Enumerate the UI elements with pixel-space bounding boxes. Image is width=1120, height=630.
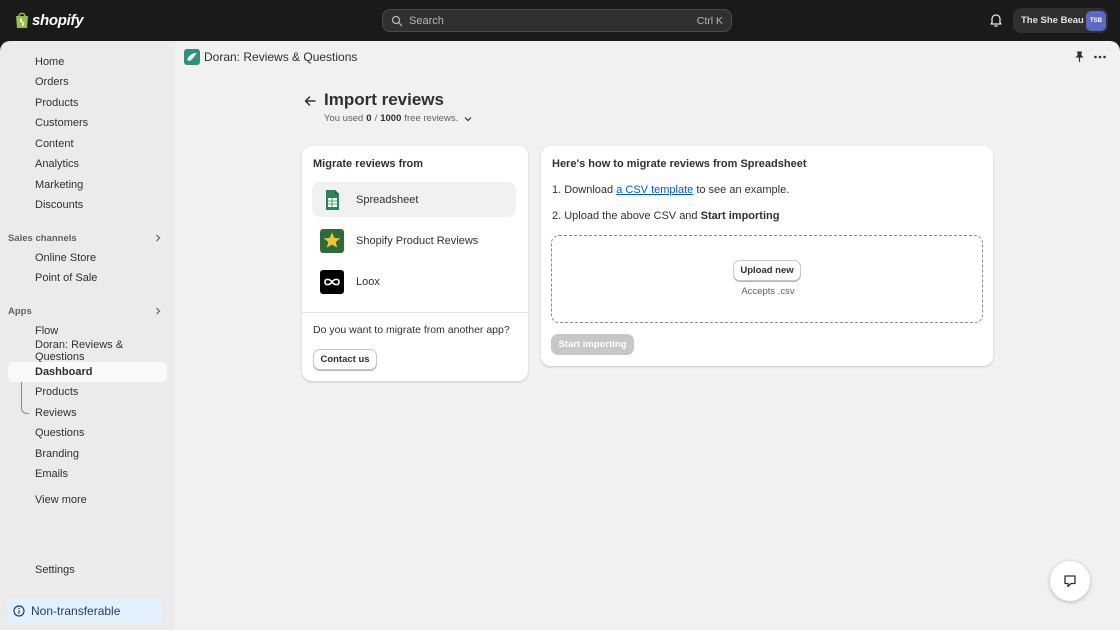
sidebar-item-online-store[interactable]: Online Store	[8, 248, 167, 268]
migrate-source-card: Migrate reviews from Spreadsheet Shopify…	[302, 146, 528, 381]
sidebar-subitem-dashboard[interactable]: Dashboard	[8, 362, 167, 382]
search-placeholder: Search	[409, 14, 444, 27]
csv-template-link[interactable]: a CSV template	[616, 184, 693, 196]
usage-suffix: free reviews.	[404, 113, 459, 124]
more-horizontal-icon[interactable]	[1093, 50, 1107, 64]
upload-new-button[interactable]: Upload new	[733, 260, 801, 281]
usage-indicator[interactable]: You used 0 / 1000 free reviews.	[324, 113, 473, 124]
source-option-shopify-reviews[interactable]: Shopify Product Reviews	[312, 223, 516, 258]
help-button[interactable]	[1050, 561, 1090, 601]
main-content: Doran: Reviews & Questions Import review…	[175, 41, 1120, 630]
sidebar-view-more[interactable]: View more	[8, 490, 167, 510]
star-icon	[320, 228, 344, 253]
divider	[302, 312, 528, 313]
step-1-suffix: to see an example.	[696, 184, 790, 196]
sidebar-item-point-of-sale[interactable]: Point of Sale	[8, 268, 167, 288]
app-title: Doran: Reviews & Questions	[204, 50, 358, 64]
instructions-title: Here's how to migrate reviews from Sprea…	[552, 158, 807, 170]
app-title-bar: Doran: Reviews & Questions	[175, 41, 1120, 73]
source-option-spreadsheet[interactable]: Spreadsheet	[312, 182, 516, 217]
contact-us-button[interactable]: Contact us	[313, 349, 377, 370]
doran-app-icon	[184, 49, 200, 65]
chat-help-icon	[1064, 575, 1076, 588]
source-option-loox[interactable]: Loox	[312, 264, 516, 299]
sidebar-item-products[interactable]: Products	[8, 93, 167, 113]
usage-prefix: You used	[324, 113, 364, 124]
info-icon	[13, 605, 25, 617]
source-label: Loox	[356, 275, 380, 288]
top-bar: shopify Search Ctrl K The She Beau TSB	[0, 0, 1120, 41]
step-1: 1. Download a CSV template to see an exa…	[552, 184, 789, 196]
sidebar-subitem-reviews[interactable]: Reviews	[8, 403, 167, 423]
sidebar-subitem-branding[interactable]: Branding	[8, 444, 167, 464]
store-menu-button[interactable]: The She Beau TSB	[1013, 8, 1108, 33]
sales-channels-header[interactable]: Sales channels	[8, 229, 167, 247]
store-name: The She Beau	[1021, 15, 1084, 26]
avatar: TSB	[1086, 10, 1106, 31]
shopify-logo[interactable]: shopify	[14, 11, 84, 29]
usage-separator: /	[374, 113, 378, 124]
sidebar-item-flow[interactable]: Flow	[8, 321, 167, 341]
chevron-down-icon	[464, 116, 472, 121]
usage-used: 0	[366, 113, 372, 124]
chevron-right-icon	[156, 307, 161, 315]
sidebar-item-home[interactable]: Home	[8, 52, 167, 72]
pin-icon[interactable]	[1073, 50, 1086, 63]
sidebar: Home Orders Products Customers Content A…	[0, 41, 175, 630]
sidebar-item-doran-app[interactable]: Doran: Reviews & Questions	[8, 339, 167, 363]
apps-header[interactable]: Apps	[8, 302, 167, 320]
apps-label: Apps	[8, 305, 32, 317]
accepted-file-types: Accepts .csv	[741, 286, 795, 297]
shopify-wordmark: shopify	[32, 11, 84, 29]
page-title: Import reviews	[324, 90, 444, 109]
loox-icon	[320, 269, 344, 294]
sidebar-subitem-questions[interactable]: Questions	[8, 423, 167, 443]
search-shortcut: Ctrl K	[696, 14, 723, 27]
other-app-question: Do you want to migrate from another app?	[313, 324, 510, 336]
sidebar-item-settings[interactable]: Settings	[8, 560, 167, 580]
non-transferable-label: Non-transferable	[31, 604, 121, 618]
source-label: Spreadsheet	[356, 193, 419, 206]
sidebar-item-marketing[interactable]: Marketing	[8, 175, 167, 195]
non-transferable-banner[interactable]: Non-transferable	[7, 598, 162, 624]
source-label: Shopify Product Reviews	[356, 234, 479, 247]
start-importing-button[interactable]: Start importing	[551, 334, 634, 355]
sidebar-item-discounts[interactable]: Discounts	[8, 195, 167, 215]
shopify-bag-icon	[16, 12, 28, 28]
spreadsheet-icon	[326, 189, 339, 210]
migrate-card-title: Migrate reviews from	[313, 158, 424, 170]
csv-dropzone[interactable]: Upload new Accepts .csv	[551, 235, 983, 323]
sidebar-subitem-products[interactable]: Products	[8, 382, 167, 402]
chevron-right-icon	[156, 234, 161, 242]
step-2: 2. Upload the above CSV and Start import…	[552, 210, 779, 222]
sidebar-item-content[interactable]: Content	[8, 134, 167, 154]
migration-instructions-card: Here's how to migrate reviews from Sprea…	[541, 146, 993, 366]
sidebar-item-customers[interactable]: Customers	[8, 113, 167, 133]
search-icon	[391, 15, 403, 26]
notification-bell-icon[interactable]	[988, 12, 1004, 28]
usage-limit: 1000	[380, 113, 402, 124]
step-1-prefix: 1. Download	[552, 184, 614, 196]
back-arrow-icon[interactable]	[303, 94, 317, 108]
step-2-prefix: 2. Upload the above CSV and	[552, 210, 698, 222]
sidebar-item-analytics[interactable]: Analytics	[8, 154, 167, 174]
sidebar-subitem-emails[interactable]: Emails	[8, 464, 167, 484]
search-bar[interactable]: Search Ctrl K	[382, 9, 732, 32]
sidebar-item-orders[interactable]: Orders	[8, 72, 167, 92]
step-2-bold: Start importing	[700, 210, 780, 222]
sales-channels-label: Sales channels	[8, 232, 77, 244]
